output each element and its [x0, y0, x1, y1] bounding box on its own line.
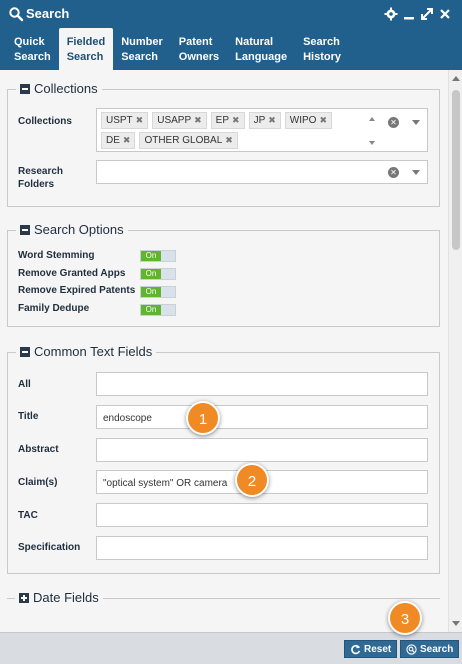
date-fields-section: Date Fields [7, 590, 440, 605]
chevron-down-icon[interactable] [412, 120, 420, 125]
option-label: Remove Expired Patents [18, 285, 136, 296]
abstract-field-input[interactable] [96, 438, 428, 462]
search-icon [406, 643, 417, 655]
word-stemming-toggle[interactable]: On [140, 250, 176, 262]
remove-granted-apps-toggle[interactable]: On [140, 268, 176, 280]
tab-fielded-search[interactable]: Fielded Search [58, 28, 114, 70]
vertical-scrollbar[interactable] [448, 70, 462, 632]
remove-icon: ✖ [135, 115, 144, 125]
tac-field-input[interactable] [96, 503, 428, 527]
remove-icon: ✖ [268, 115, 276, 125]
collapse-icon[interactable] [20, 83, 30, 94]
scroll-up-icon[interactable] [452, 76, 460, 81]
collection-chip[interactable]: EP ✖ [210, 112, 245, 129]
close-icon[interactable] [438, 6, 452, 22]
search-tabs: Quick Search Fielded Search Number Search P… [0, 28, 462, 70]
collections-legend[interactable]: Collections [16, 81, 102, 96]
remove-icon: ✖ [232, 115, 240, 125]
research-folders-select[interactable]: ✕ [96, 160, 428, 184]
search-button[interactable]: Search [400, 640, 460, 658]
search-icon [9, 7, 24, 22]
collection-chip[interactable]: DE ✖ [101, 132, 136, 149]
common-text-fields-legend[interactable]: Common Text Fields [16, 344, 157, 359]
scroll-down-icon[interactable] [369, 141, 375, 145]
remove-icon: ✖ [225, 135, 233, 145]
specification-field-input[interactable] [96, 536, 428, 560]
form-content: Collections Collections USPT ✖ USAPP ✖ EP ✖… [0, 70, 462, 632]
date-fields-legend[interactable]: Date Fields [15, 590, 103, 605]
search-window: Search Quick Search Fielded Search Number S… [0, 0, 462, 664]
reset-button[interactable]: Reset [344, 640, 398, 658]
scroll-up-icon[interactable] [369, 117, 375, 121]
expand-icon[interactable] [19, 592, 29, 603]
clear-icon[interactable]: ✕ [388, 117, 399, 128]
all-field-input[interactable] [96, 372, 428, 396]
search-options-section: Search Options Word Stemming On Remove G… [7, 222, 440, 327]
chevron-down-icon[interactable] [412, 170, 420, 175]
title-field-input[interactable]: endoscope [96, 405, 428, 429]
remove-icon: ✖ [194, 115, 202, 125]
title-bar: Search [0, 0, 462, 28]
collection-chip[interactable]: WIPO ✖ [284, 112, 332, 129]
step-badge-3: 3 [388, 601, 422, 635]
window-title: Search [26, 6, 70, 21]
research-folders-label: Research Folders [18, 166, 64, 190]
field-label: Abstract [18, 444, 59, 455]
search-options-legend[interactable]: Search Options [16, 222, 128, 237]
field-label: Claim(s) [18, 477, 58, 488]
window-tools [384, 6, 452, 22]
remove-expired-patents-toggle[interactable]: On [140, 286, 176, 298]
collection-chip[interactable]: USAPP ✖ [152, 112, 207, 129]
remove-icon: ✖ [319, 115, 327, 125]
clear-icon[interactable]: ✕ [388, 167, 399, 178]
maximize-icon[interactable] [420, 6, 434, 22]
scrollbar-thumb[interactable] [452, 90, 460, 250]
field-label: All [18, 379, 31, 390]
collection-chips: USPT ✖ USAPP ✖ EP ✖ JP ✖ WIPO ✖ DE ✖ OTHER GLO… [97, 109, 363, 149]
scroll-down-icon[interactable] [452, 621, 460, 626]
tab-quick-search[interactable]: Quick Search [6, 28, 59, 70]
collection-chip[interactable]: USPT ✖ [101, 112, 149, 129]
collections-section: Collections Collections USPT ✖ USAPP ✖ EP ✖… [7, 81, 440, 207]
step-badge-1: 1 [186, 401, 220, 435]
tab-number-search[interactable]: Number Search [113, 28, 171, 70]
refresh-icon [351, 644, 361, 654]
remove-icon: ✖ [122, 135, 131, 145]
field-label: Specification [18, 542, 81, 553]
common-text-fields-section: Common Text Fields All Title endoscope A… [7, 344, 440, 574]
collections-select[interactable]: USPT ✖ USAPP ✖ EP ✖ JP ✖ WIPO ✖ DE ✖ OTHER GLO… [96, 108, 428, 152]
family-dedupe-toggle[interactable]: On [140, 304, 176, 316]
collapse-icon[interactable] [20, 346, 30, 357]
collection-chip[interactable]: OTHER GLOBAL ✖ [139, 132, 238, 149]
collapse-icon[interactable] [20, 224, 30, 235]
gear-icon[interactable] [384, 6, 398, 22]
field-label: TAC [18, 510, 38, 521]
footer-bar: Reset Search [0, 632, 462, 664]
tab-patent-owners[interactable]: Patent Owners [171, 28, 227, 70]
option-label: Word Stemming [18, 250, 95, 261]
field-label: Title [18, 411, 39, 422]
option-label: Family Dedupe [18, 303, 90, 314]
tab-natural-language[interactable]: Natural Language [227, 28, 295, 70]
option-label: Remove Granted Apps [18, 268, 126, 279]
step-badge-2: 2 [235, 463, 269, 497]
collections-label: Collections [18, 116, 72, 127]
collection-chip[interactable]: JP ✖ [248, 112, 281, 129]
minimize-icon[interactable] [402, 6, 416, 22]
tab-search-history[interactable]: Search History [295, 28, 349, 70]
